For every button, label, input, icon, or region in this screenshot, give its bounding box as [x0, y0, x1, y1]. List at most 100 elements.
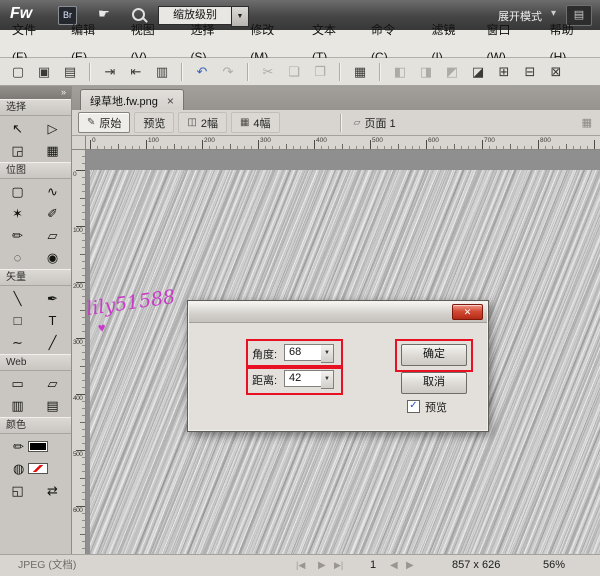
ungroup-icon[interactable]: ◪	[468, 62, 488, 82]
align-icon[interactable]: ▦	[350, 62, 370, 82]
page-options-icon[interactable]: ▦	[582, 116, 592, 129]
mode-button-four-up[interactable]: ▦4幅	[231, 112, 280, 133]
last-frame-icon[interactable]: ▶|	[334, 555, 343, 576]
tool-lasso[interactable]: ∿	[38, 180, 68, 202]
tools-panel: » 选择↖▷◲▦位图▢∿✶✐✏▱◌◉矢量╲✒□T∼╱Web▭▱▥▤颜色✏◍◱⇄	[0, 86, 72, 554]
tool-freeform[interactable]: ∼	[3, 331, 33, 353]
save-icon[interactable]: ▣	[34, 62, 54, 82]
bring-to-front-icon: ◧	[390, 62, 410, 82]
marquee-icon: ▢	[11, 185, 23, 198]
cancel-button[interactable]: 取消	[401, 372, 467, 394]
canvas-dimensions: 857 x 626	[452, 555, 500, 576]
document-tab[interactable]: 绿草地.fw.png ×	[80, 89, 184, 111]
mode-button-two-up[interactable]: ◫2幅	[178, 112, 227, 133]
tab-close-icon[interactable]: ×	[167, 95, 174, 107]
tool-stroke-color[interactable]: ✏	[3, 435, 67, 457]
fireworks-window: Fw Br ☛ 缩放级别 ▼ 展开模式 ▾ ▤ 文件(F)编辑(E)视图(V)选…	[0, 0, 600, 576]
tool-scale[interactable]: ◲	[3, 139, 33, 161]
tools-panel-collapse-icon[interactable]: »	[0, 86, 71, 99]
blur-icon: ◌	[14, 251, 22, 264]
slice-icon: ▥	[11, 399, 23, 412]
ok-button[interactable]: 确定	[401, 344, 467, 366]
paste-icon: ❐	[310, 62, 330, 82]
fill-color-swatch[interactable]	[28, 463, 48, 474]
hide-slices-icon: ▤	[46, 399, 58, 412]
tool-blur[interactable]: ◌	[3, 246, 33, 268]
tool-rubber-stamp[interactable]: ◉	[38, 246, 68, 268]
dialog-title-bar[interactable]	[189, 302, 487, 323]
tool-crop[interactable]: ▦	[38, 139, 68, 161]
tool-fill-color[interactable]: ◍	[3, 457, 67, 479]
distance-input[interactable]: 42	[284, 370, 322, 387]
union-icon[interactable]: ⊠	[546, 62, 566, 82]
next-page-icon[interactable]: ▶	[406, 555, 414, 576]
join-icon[interactable]: ⊞	[494, 62, 514, 82]
tool-knife[interactable]: ╱	[38, 331, 68, 353]
tool-hide-slices[interactable]: ▤	[38, 394, 68, 416]
import-icon[interactable]: ⇥	[100, 62, 120, 82]
tool-pointer[interactable]: ↖	[3, 117, 33, 139]
file-format-label: JPEG (文档)	[18, 555, 76, 576]
ruler-corner	[72, 136, 86, 150]
preview-checkbox[interactable]: ✓	[407, 400, 420, 413]
rectangle-icon: □	[14, 314, 22, 327]
vertical-ruler: 0100200300400500600	[72, 150, 86, 554]
tool-rectangle[interactable]: □	[3, 309, 33, 331]
tool-rectangle-hotspot[interactable]: ▭	[3, 372, 33, 394]
tools-panel-body: 选择↖▷◲▦位图▢∿✶✐✏▱◌◉矢量╲✒□T∼╱Web▭▱▥▤颜色✏◍◱⇄	[0, 99, 71, 502]
angle-spinner-icon[interactable]: ▼	[321, 344, 334, 363]
new-document-icon[interactable]: ▢	[8, 62, 28, 82]
mode-button-original[interactable]: ✎原始	[78, 112, 130, 133]
tool-default-colors[interactable]: ◱	[3, 479, 33, 501]
text-icon: T	[49, 314, 57, 327]
tool-brush[interactable]: ✐	[38, 202, 68, 224]
subselection-icon: ▷	[48, 122, 58, 135]
two-up-label: 2幅	[201, 115, 218, 131]
crop-icon: ▦	[46, 144, 58, 157]
split-icon[interactable]: ⊟	[520, 62, 540, 82]
tool-text[interactable]: T	[38, 309, 68, 331]
ruler-label: 300	[73, 339, 82, 346]
group-icon: ◩	[442, 62, 462, 82]
mode-button-preview[interactable]: 预览	[134, 112, 174, 133]
distance-label: 距离:	[252, 372, 277, 388]
export-icon[interactable]: ⇤	[126, 62, 146, 82]
print-icon[interactable]: ▥	[152, 62, 172, 82]
open-icon[interactable]: ▤	[60, 62, 80, 82]
horizontal-ruler: 0100200300400500600700800	[86, 136, 600, 150]
dialog-close-button[interactable]: ✕	[452, 304, 483, 320]
distance-spinner-icon[interactable]: ▼	[321, 370, 334, 389]
tools-section-label: 选择	[0, 99, 71, 116]
page-number: 1	[370, 555, 376, 576]
tool-slice[interactable]: ▥	[3, 394, 33, 416]
tool-line[interactable]: ╲	[3, 287, 33, 309]
zoom-percentage[interactable]: 56%	[543, 555, 565, 576]
page-selector[interactable]: 页面 1	[364, 115, 395, 131]
tool-subselection[interactable]: ▷	[38, 117, 68, 139]
tool-grid: ╲✒ □ T ∼ ╱	[0, 286, 71, 354]
toolbar-separator	[339, 63, 341, 81]
rectangle-hotspot-icon: ▭	[11, 377, 23, 390]
pointer-icon: ↖	[12, 122, 23, 135]
play-icon[interactable]: ▶	[318, 555, 326, 576]
tool-magic-wand[interactable]: ✶	[3, 202, 33, 224]
tool-polygon-hotspot[interactable]: ▱	[38, 372, 68, 394]
tool-pen[interactable]: ✒	[38, 287, 68, 309]
page-icon: ▱	[354, 117, 361, 128]
mode-bar-buttons: ✎原始预览◫2幅▦4幅	[78, 112, 280, 133]
four-up-label: 4幅	[253, 115, 270, 131]
lasso-icon: ∿	[47, 185, 58, 198]
freeform-icon: ∼	[12, 336, 23, 349]
undo-icon[interactable]: ↶	[192, 62, 212, 82]
stroke-color-icon: ✏	[13, 440, 24, 453]
first-frame-icon[interactable]: |◀	[296, 555, 305, 576]
stroke-color-swatch[interactable]	[28, 441, 48, 452]
tool-eraser[interactable]: ▱	[38, 224, 68, 246]
previous-page-icon[interactable]: ◀	[390, 555, 398, 576]
copy-icon: ❏	[284, 62, 304, 82]
preview-checkbox-label: 预览	[425, 399, 447, 415]
angle-input[interactable]: 68	[284, 344, 322, 361]
tool-pencil[interactable]: ✏	[3, 224, 33, 246]
tool-swap-colors[interactable]: ⇄	[38, 479, 68, 501]
tool-marquee[interactable]: ▢	[3, 180, 33, 202]
